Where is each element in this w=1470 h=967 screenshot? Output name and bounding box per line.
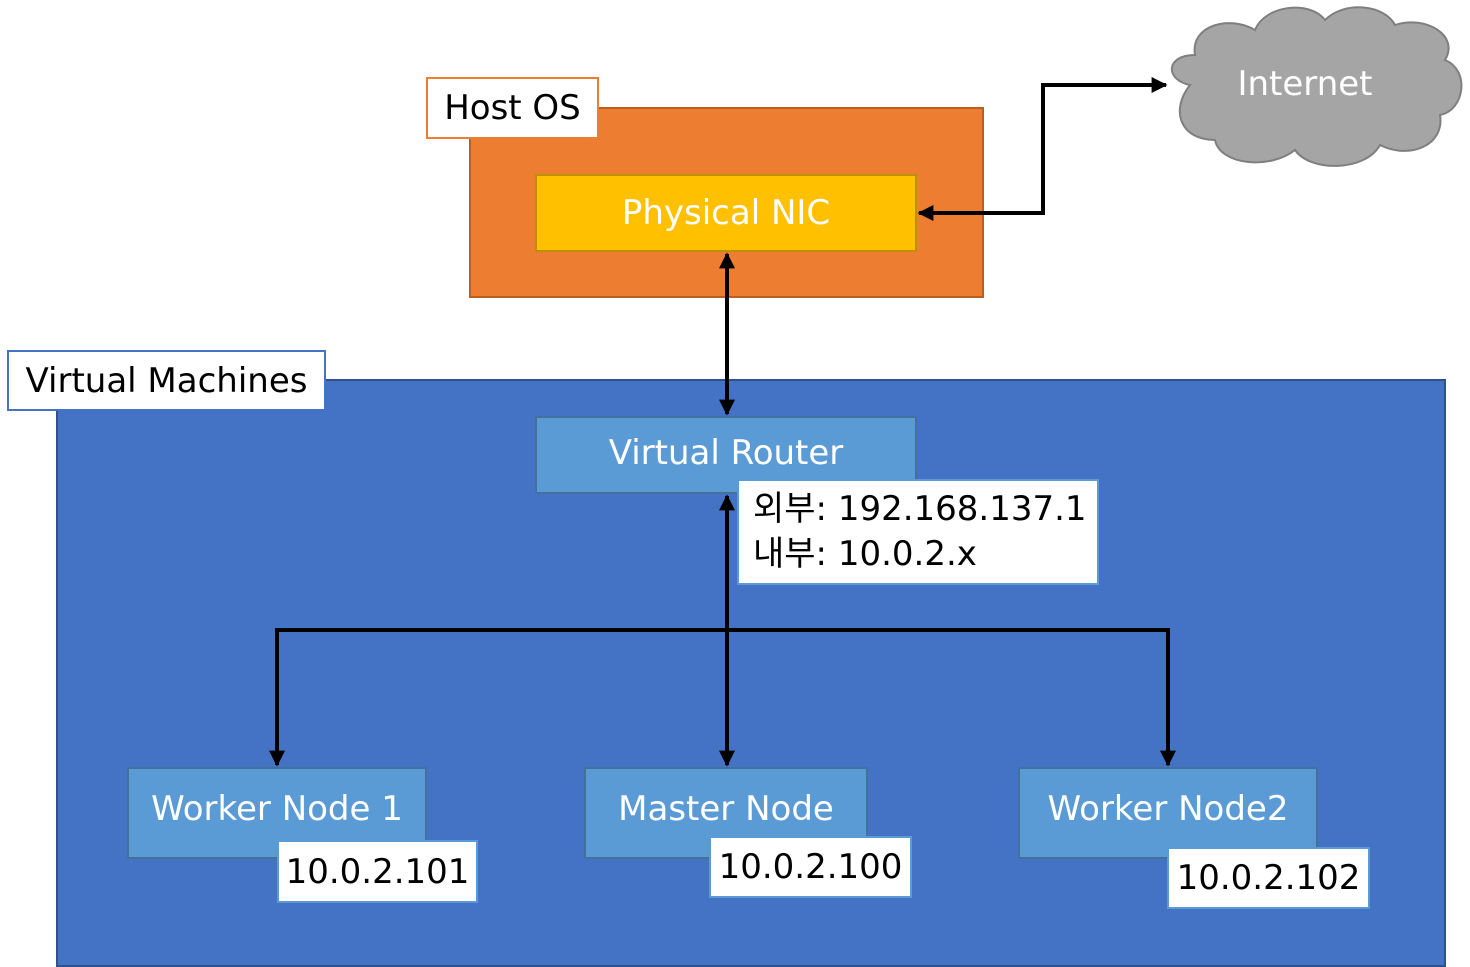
router-worker1-arrow	[269, 628, 727, 767]
worker-node-1-ip: 10.0.2.101	[277, 840, 478, 903]
router-internal-ip: 내부: 10.0.2.x	[753, 534, 977, 574]
worker-node-2-ip: 10.0.2.102	[1167, 847, 1370, 909]
router-worker2-arrow	[727, 628, 1176, 767]
connection-lines	[269, 77, 1176, 767]
router-external-ip: 외부: 192.168.137.1	[753, 489, 1087, 529]
master-node-ip: 10.0.2.100	[709, 836, 912, 898]
router-ip-box: 외부: 192.168.137.1 내부: 10.0.2.x	[737, 479, 1099, 585]
nic-internet-arrow	[917, 77, 1168, 221]
